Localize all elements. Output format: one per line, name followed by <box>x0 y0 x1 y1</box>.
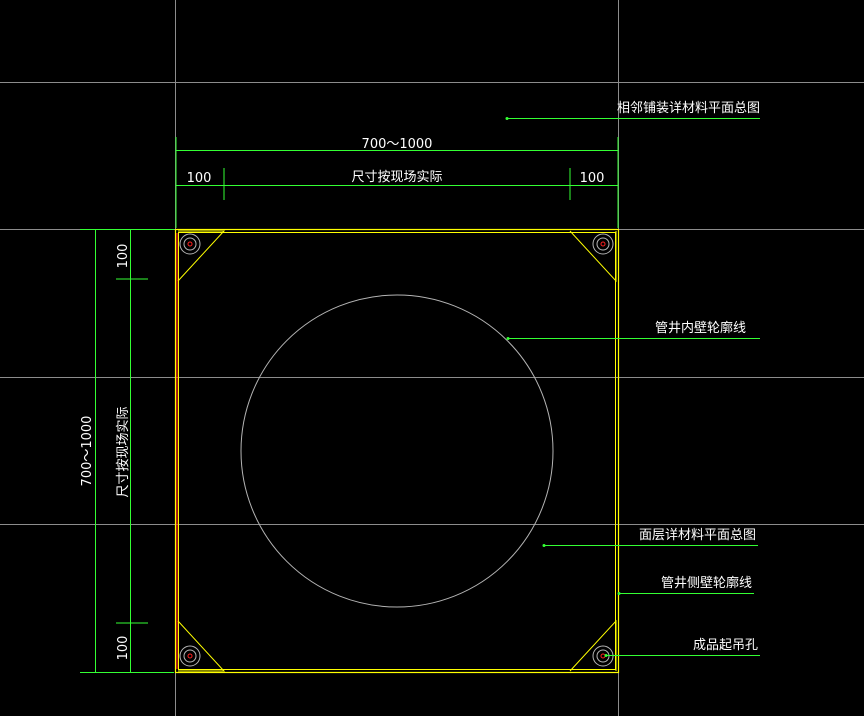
top-left-offset-text: 100 <box>187 171 212 186</box>
top-overall-dim-text: 700～1000 <box>362 137 433 152</box>
top-middle-dim-text: 尺寸按现场实际 <box>351 170 442 185</box>
top-right-offset-text: 100 <box>580 171 605 186</box>
leader-point-inner-wall <box>506 337 510 340</box>
label-outer-wall: 管井侧壁轮廓线 <box>661 575 752 591</box>
label-inner-wall: 管井内壁轮廓线 <box>655 320 746 336</box>
label-lifting-hole: 成品起吊孔 <box>693 638 758 653</box>
leader-point-adjacent-paving <box>505 117 509 120</box>
label-surface-layer: 面层详材料平面总图 <box>639 528 756 543</box>
leader-point-lifting-hole <box>604 654 608 657</box>
leader-point-outer-wall <box>617 592 621 595</box>
left-middle-dim-text: 尺寸按现场实际 <box>116 406 131 497</box>
leader-point-surface-layer <box>542 544 546 547</box>
cad-drawing-canvas: 700～1000 100 尺寸按现场实际 100 700～1000 100 尺寸… <box>0 0 864 716</box>
left-overall-dim-text: 700～1000 <box>80 416 95 487</box>
label-adjacent-paving: 相邻铺装详材料平面总图 <box>617 101 760 116</box>
left-bottom-offset-text: 100 <box>116 636 131 661</box>
left-top-offset-text: 100 <box>116 244 131 269</box>
